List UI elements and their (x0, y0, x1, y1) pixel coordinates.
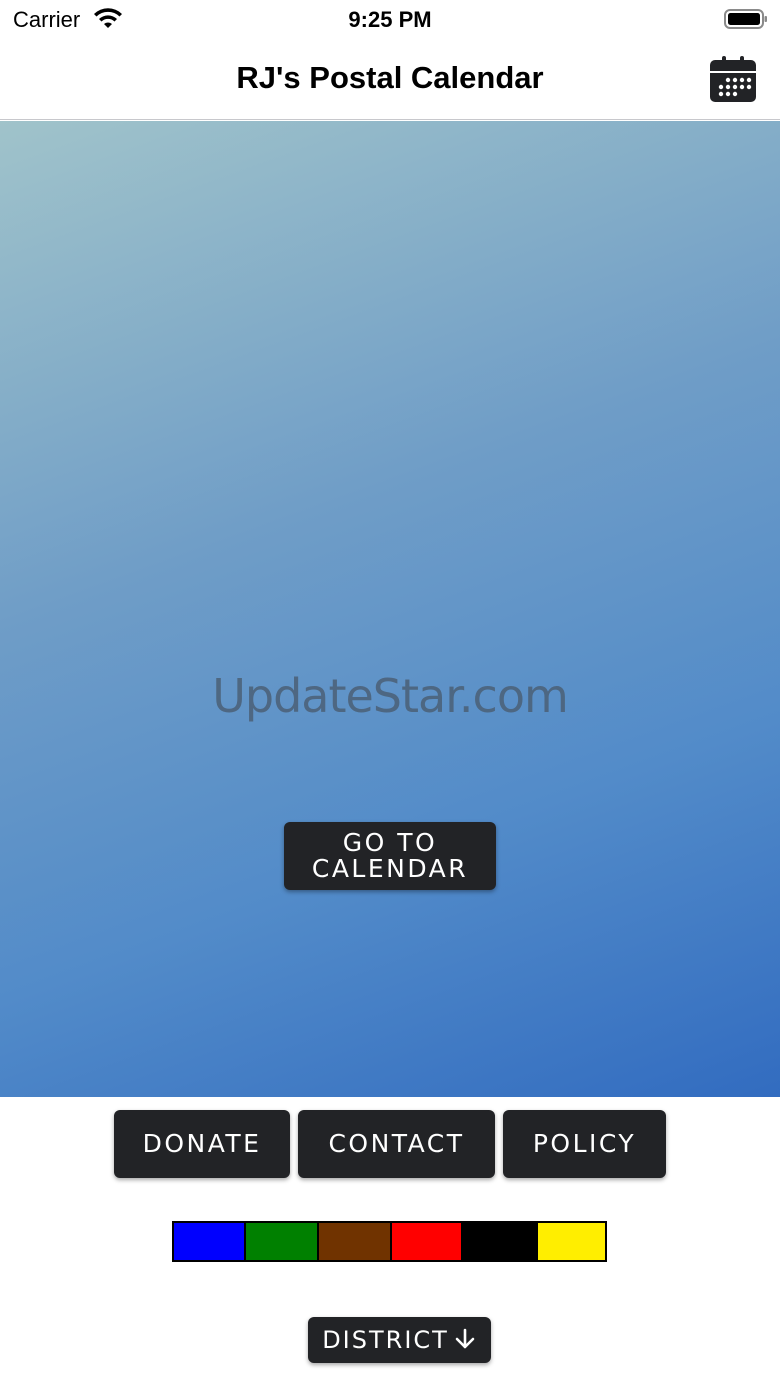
arrow-down-icon (455, 1328, 475, 1349)
color-swatch-blue[interactable] (174, 1223, 246, 1260)
color-swatch-brown[interactable] (319, 1223, 392, 1260)
color-swatch-black[interactable] (463, 1223, 538, 1260)
page-title: RJ's Postal Calendar (236, 60, 544, 95)
color-legend-strip (172, 1221, 607, 1262)
district-label: DISTRICT (322, 1326, 449, 1354)
color-swatch-red[interactable] (392, 1223, 463, 1260)
district-button[interactable]: DISTRICT (308, 1317, 491, 1363)
go-to-calendar-line1: GO TO (342, 828, 438, 857)
battery-icon (724, 9, 767, 29)
policy-button[interactable]: POLICY (503, 1110, 666, 1178)
navigation-bar: RJ's Postal Calendar (0, 40, 780, 120)
color-swatch-green[interactable] (246, 1223, 319, 1260)
go-to-calendar-button[interactable]: GO TO CALENDAR (284, 822, 496, 890)
calendar-icon[interactable] (709, 55, 757, 103)
hero-banner: UpdateStar.com GO TO CALENDAR (0, 121, 780, 1097)
clock: 9:25 PM (348, 7, 432, 32)
status-bar: Carrier 9:25 PM (0, 0, 780, 40)
color-swatch-yellow[interactable] (538, 1223, 605, 1260)
watermark-text: UpdateStar.com (212, 669, 569, 723)
donate-button[interactable]: DONATE (114, 1110, 290, 1178)
go-to-calendar-line2: CALENDAR (311, 854, 469, 883)
contact-button[interactable]: CONTACT (298, 1110, 495, 1178)
